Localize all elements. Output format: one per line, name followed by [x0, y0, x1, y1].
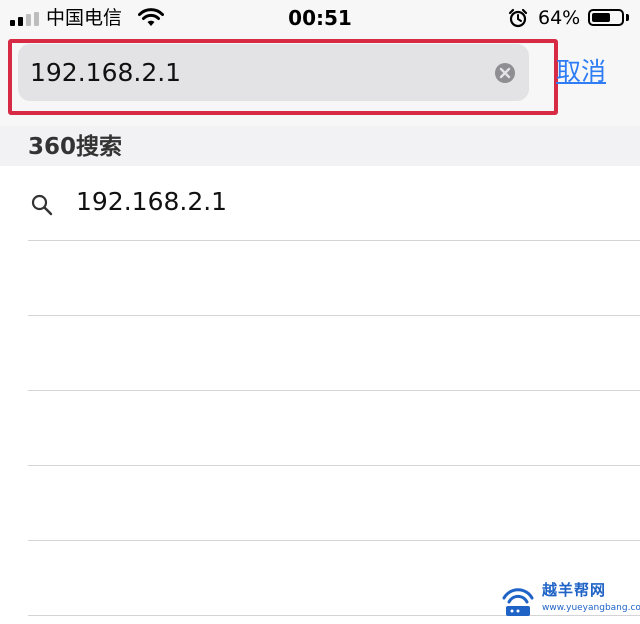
cancel-button[interactable]: 取消 [556, 57, 606, 87]
suggestion-item[interactable]: 192.168.2.1 [0, 166, 640, 240]
watermark-logo-icon [502, 588, 534, 616]
suggestion-text: 192.168.2.1 [76, 187, 228, 216]
list-divider [28, 390, 640, 391]
watermark-name: 越羊帮网 [542, 581, 607, 599]
list-divider [28, 315, 640, 316]
list-divider [28, 465, 640, 466]
watermark-url: www.yueyangbang.com [542, 603, 640, 613]
watermark: 越羊帮网 www.yueyangbang.com [498, 580, 640, 622]
status-bar: 中国电信 00:51 64% [0, 0, 640, 36]
battery-percent: 64% [538, 7, 581, 29]
alarm-icon [508, 8, 528, 28]
search-icon [31, 194, 53, 216]
section-title: 360搜索 [28, 134, 123, 160]
battery-level [592, 13, 610, 22]
battery-tip [626, 14, 629, 21]
list-divider [28, 240, 640, 241]
battery-icon [588, 9, 624, 26]
list-divider [28, 540, 640, 541]
suggestion-section-header: 360搜索 [0, 126, 640, 166]
highlight-box [8, 39, 558, 115]
